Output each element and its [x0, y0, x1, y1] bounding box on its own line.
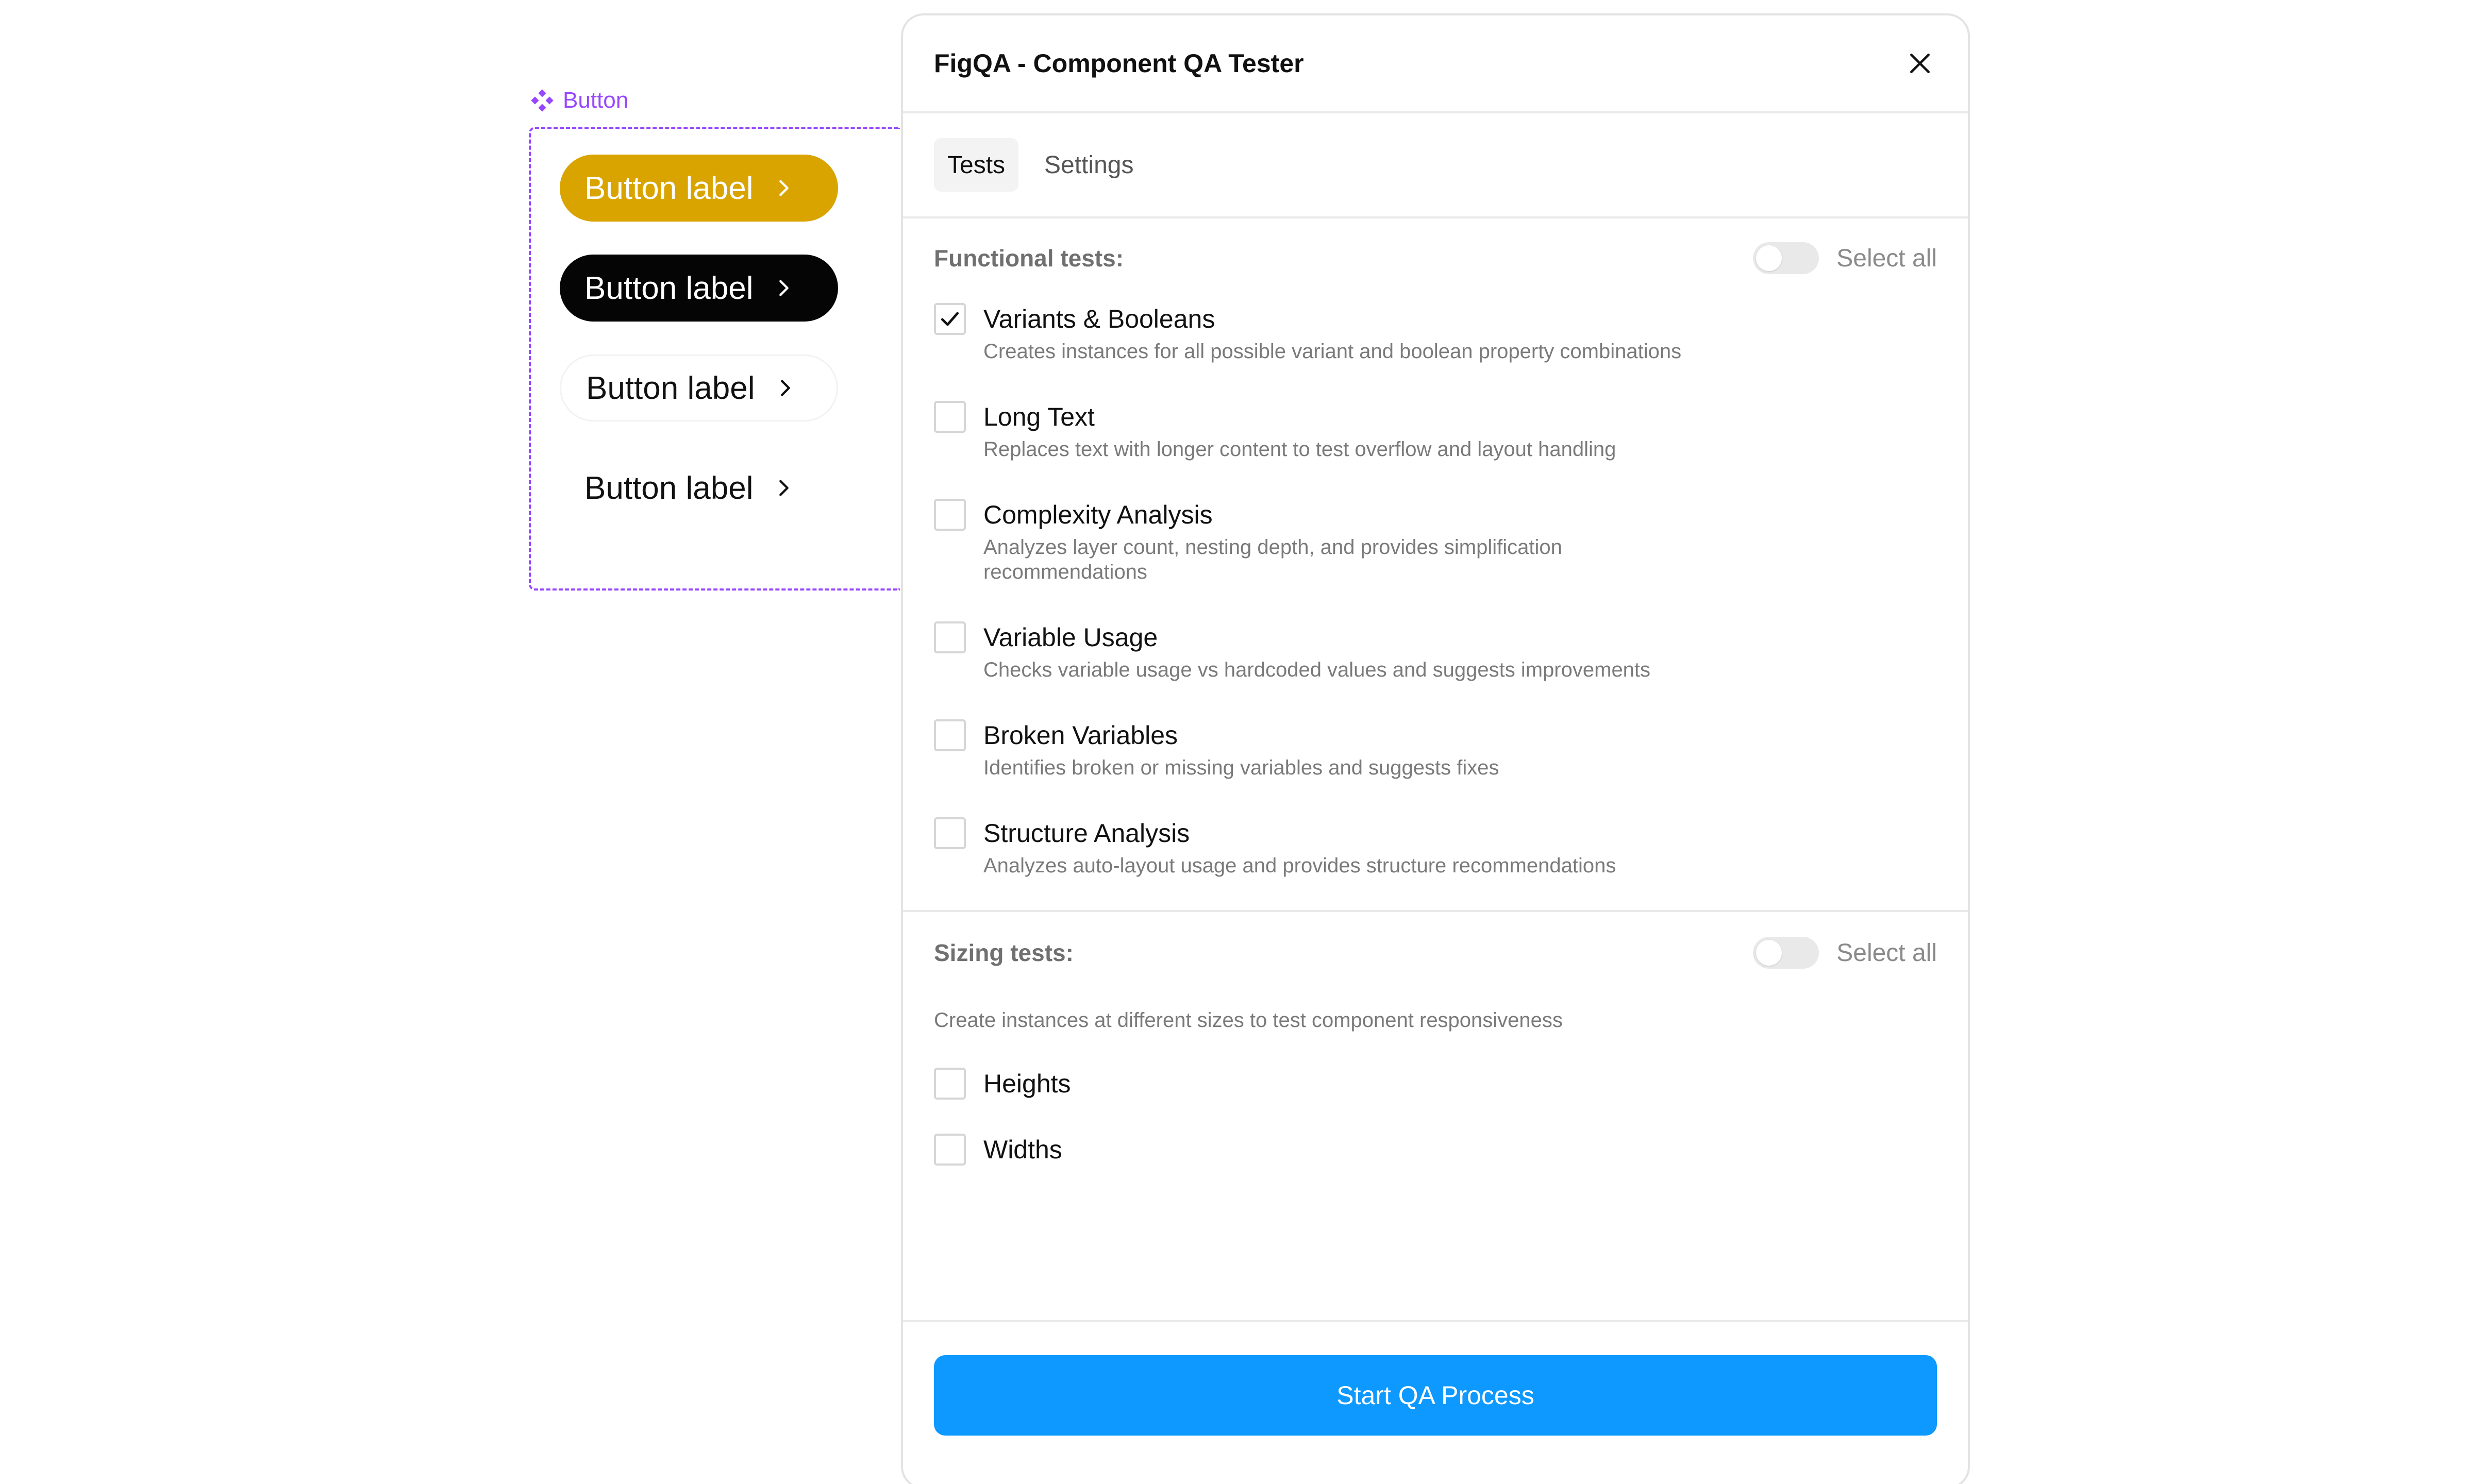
- test-structure-analysis: Structure Analysis Analyzes auto-layout …: [934, 817, 1937, 878]
- test-broken-variables: Broken Variables Identifies broken or mi…: [934, 719, 1937, 780]
- functional-tests-header: Functional tests: Select all: [934, 240, 1937, 276]
- button-variant-label: Button label: [584, 470, 754, 506]
- button-variant-label: Button label: [584, 270, 754, 306]
- chevron-right-icon: [781, 380, 791, 396]
- test-complexity-analysis-checkbox[interactable]: [934, 499, 966, 531]
- test-widths: Widths: [934, 1134, 1937, 1166]
- test-variable-usage: Variable Usage Checks variable usage vs …: [934, 621, 1937, 682]
- toggle-knob: [1756, 245, 1782, 271]
- test-broken-variables-checkbox[interactable]: [934, 719, 966, 751]
- start-qa-button[interactable]: Start QA Process: [934, 1355, 1937, 1436]
- plugin-footer: Start QA Process: [903, 1320, 1968, 1484]
- chevron-right-icon: [779, 480, 789, 496]
- close-icon: [1910, 54, 1930, 73]
- test-name: Heights: [983, 1069, 1071, 1098]
- checkmark-icon: [941, 312, 959, 326]
- component-icon: [531, 89, 554, 112]
- test-name: Variable Usage: [983, 623, 1158, 652]
- test-name: Structure Analysis: [983, 819, 1190, 848]
- plugin-header: FigQA - Component QA Tester: [903, 15, 1968, 113]
- sizing-tests-description: Create instances at different sizes to t…: [934, 1009, 1563, 1032]
- test-name: Widths: [983, 1135, 1062, 1164]
- test-description: Analyzes layer count, nesting depth, and…: [983, 536, 1562, 583]
- functional-select-all-toggle[interactable]: [1753, 242, 1819, 274]
- component-set-name: Button: [563, 88, 629, 113]
- chevron-right-icon: [779, 180, 789, 196]
- functional-tests-title: Functional tests:: [934, 245, 1124, 272]
- test-name: Complexity Analysis: [983, 500, 1213, 529]
- test-name: Long Text: [983, 402, 1095, 431]
- sizing-select-all[interactable]: Select all: [1753, 937, 1937, 969]
- sizing-select-all-label: Select all: [1836, 939, 1937, 967]
- test-variable-usage-checkbox[interactable]: [934, 621, 966, 653]
- button-variant-ghost[interactable]: Button label: [560, 454, 838, 521]
- plugin-title: FigQA - Component QA Tester: [934, 49, 1304, 78]
- sizing-tests-title: Sizing tests:: [934, 939, 1074, 966]
- functional-select-all-label: Select all: [1836, 244, 1937, 272]
- sizing-select-all-toggle[interactable]: [1753, 937, 1819, 969]
- test-description: Analyzes auto-layout usage and provides …: [983, 854, 1616, 877]
- test-variants-booleans: Variants & Booleans Creates instances fo…: [934, 303, 1937, 364]
- tab-settings[interactable]: Settings: [1031, 138, 1147, 192]
- test-description: Identifies broken or missing variables a…: [983, 756, 1499, 779]
- tab-tests[interactable]: Tests: [934, 138, 1019, 192]
- button-variant-primary[interactable]: Button label: [560, 155, 838, 222]
- tab-bar: Tests Settings: [903, 113, 1968, 218]
- button-variant-dark[interactable]: Button label: [560, 255, 838, 322]
- test-heights-checkbox[interactable]: [934, 1068, 966, 1100]
- component-set-frame[interactable]: Button label Button label Button label B…: [529, 127, 900, 591]
- test-name: Variants & Booleans: [983, 305, 1215, 333]
- toggle-knob: [1756, 940, 1782, 966]
- test-long-text-checkbox[interactable]: [934, 401, 966, 433]
- test-variants-booleans-checkbox[interactable]: [934, 303, 966, 335]
- plugin-panel: FigQA - Component QA Tester Tests Settin…: [901, 13, 1970, 1484]
- functional-select-all[interactable]: Select all: [1753, 242, 1937, 274]
- test-description: Checks variable usage vs hardcoded value…: [983, 659, 1651, 681]
- test-description: Replaces text with longer content to tes…: [983, 438, 1616, 461]
- section-divider: [903, 910, 1968, 912]
- test-complexity-analysis: Complexity Analysis Analyzes layer count…: [934, 499, 1937, 584]
- button-variant-label: Button label: [586, 370, 755, 406]
- button-variant-outline[interactable]: Button label: [560, 355, 838, 421]
- button-variant-label: Button label: [584, 170, 754, 206]
- test-structure-analysis-checkbox[interactable]: [934, 817, 966, 849]
- test-heights: Heights: [934, 1068, 1937, 1100]
- test-long-text: Long Text Replaces text with longer cont…: [934, 401, 1937, 462]
- component-set-label[interactable]: Button: [529, 87, 628, 114]
- sizing-tests-header: Sizing tests: Select all: [934, 935, 1937, 971]
- chevron-right-icon: [779, 280, 789, 296]
- test-description: Creates instances for all possible varia…: [983, 340, 1682, 363]
- close-button[interactable]: [1904, 47, 1936, 79]
- test-widths-checkbox[interactable]: [934, 1134, 966, 1166]
- test-name: Broken Variables: [983, 721, 1178, 750]
